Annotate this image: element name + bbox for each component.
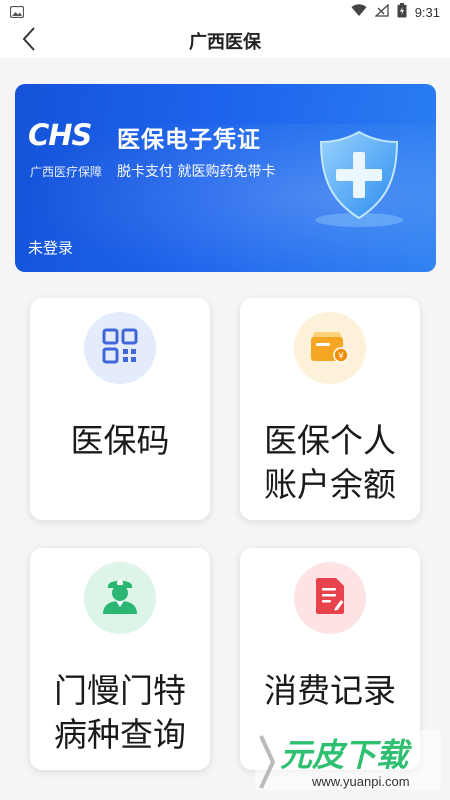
card-label-line2: 病种查询: [54, 715, 186, 754]
shield-icon: [305, 122, 413, 230]
wifi-icon: [351, 3, 367, 21]
gallery-icon: [9, 3, 25, 22]
login-status[interactable]: 未登录: [28, 237, 73, 258]
card-label-line1: 医保个人: [264, 421, 396, 460]
card-chronic-disease-query[interactable]: 门慢门特 病种查询: [30, 548, 210, 770]
qr-code-icon: [102, 328, 138, 368]
status-left: [9, 3, 25, 22]
card-label-line2: 账户余额: [264, 465, 396, 504]
watermark-url: www.yuanpi.com: [312, 774, 410, 789]
doctor-icon: [100, 576, 140, 620]
banner-title: 医保电子凭证: [117, 127, 261, 153]
banner-org: 广西医疗保障: [30, 165, 103, 179]
chs-logo: CHS: [28, 118, 92, 152]
clock-time: 9:31: [414, 4, 440, 20]
card-label: 消费记录: [264, 671, 396, 710]
back-button[interactable]: [14, 26, 44, 56]
icon-circle: ¥: [294, 312, 366, 384]
icon-circle: [294, 562, 366, 634]
battery-icon: [397, 2, 407, 22]
banner-slogan: 脱卡支付 就医购药免带卡: [117, 164, 276, 180]
app-header: 广西医保: [0, 24, 450, 58]
chevron-left-icon: [22, 26, 36, 56]
card-label: 医保码: [70, 421, 170, 460]
no-signal-icon: [374, 3, 389, 21]
wallet-icon: ¥: [310, 328, 350, 368]
document-icon: [314, 577, 346, 619]
status-bar: 9:31: [0, 0, 450, 24]
status-right: 9:31: [351, 2, 440, 22]
card-label-line1: 门慢门特: [54, 671, 186, 710]
card-insurance-code[interactable]: 医保码: [30, 298, 210, 520]
icon-circle: [84, 312, 156, 384]
icon-circle: [84, 562, 156, 634]
svg-text:¥: ¥: [338, 352, 344, 362]
watermark-text: 元皮下载: [280, 736, 409, 774]
card-account-balance[interactable]: ¥ 医保个人 账户余额: [240, 298, 420, 520]
page-title: 广西医保: [189, 32, 261, 53]
